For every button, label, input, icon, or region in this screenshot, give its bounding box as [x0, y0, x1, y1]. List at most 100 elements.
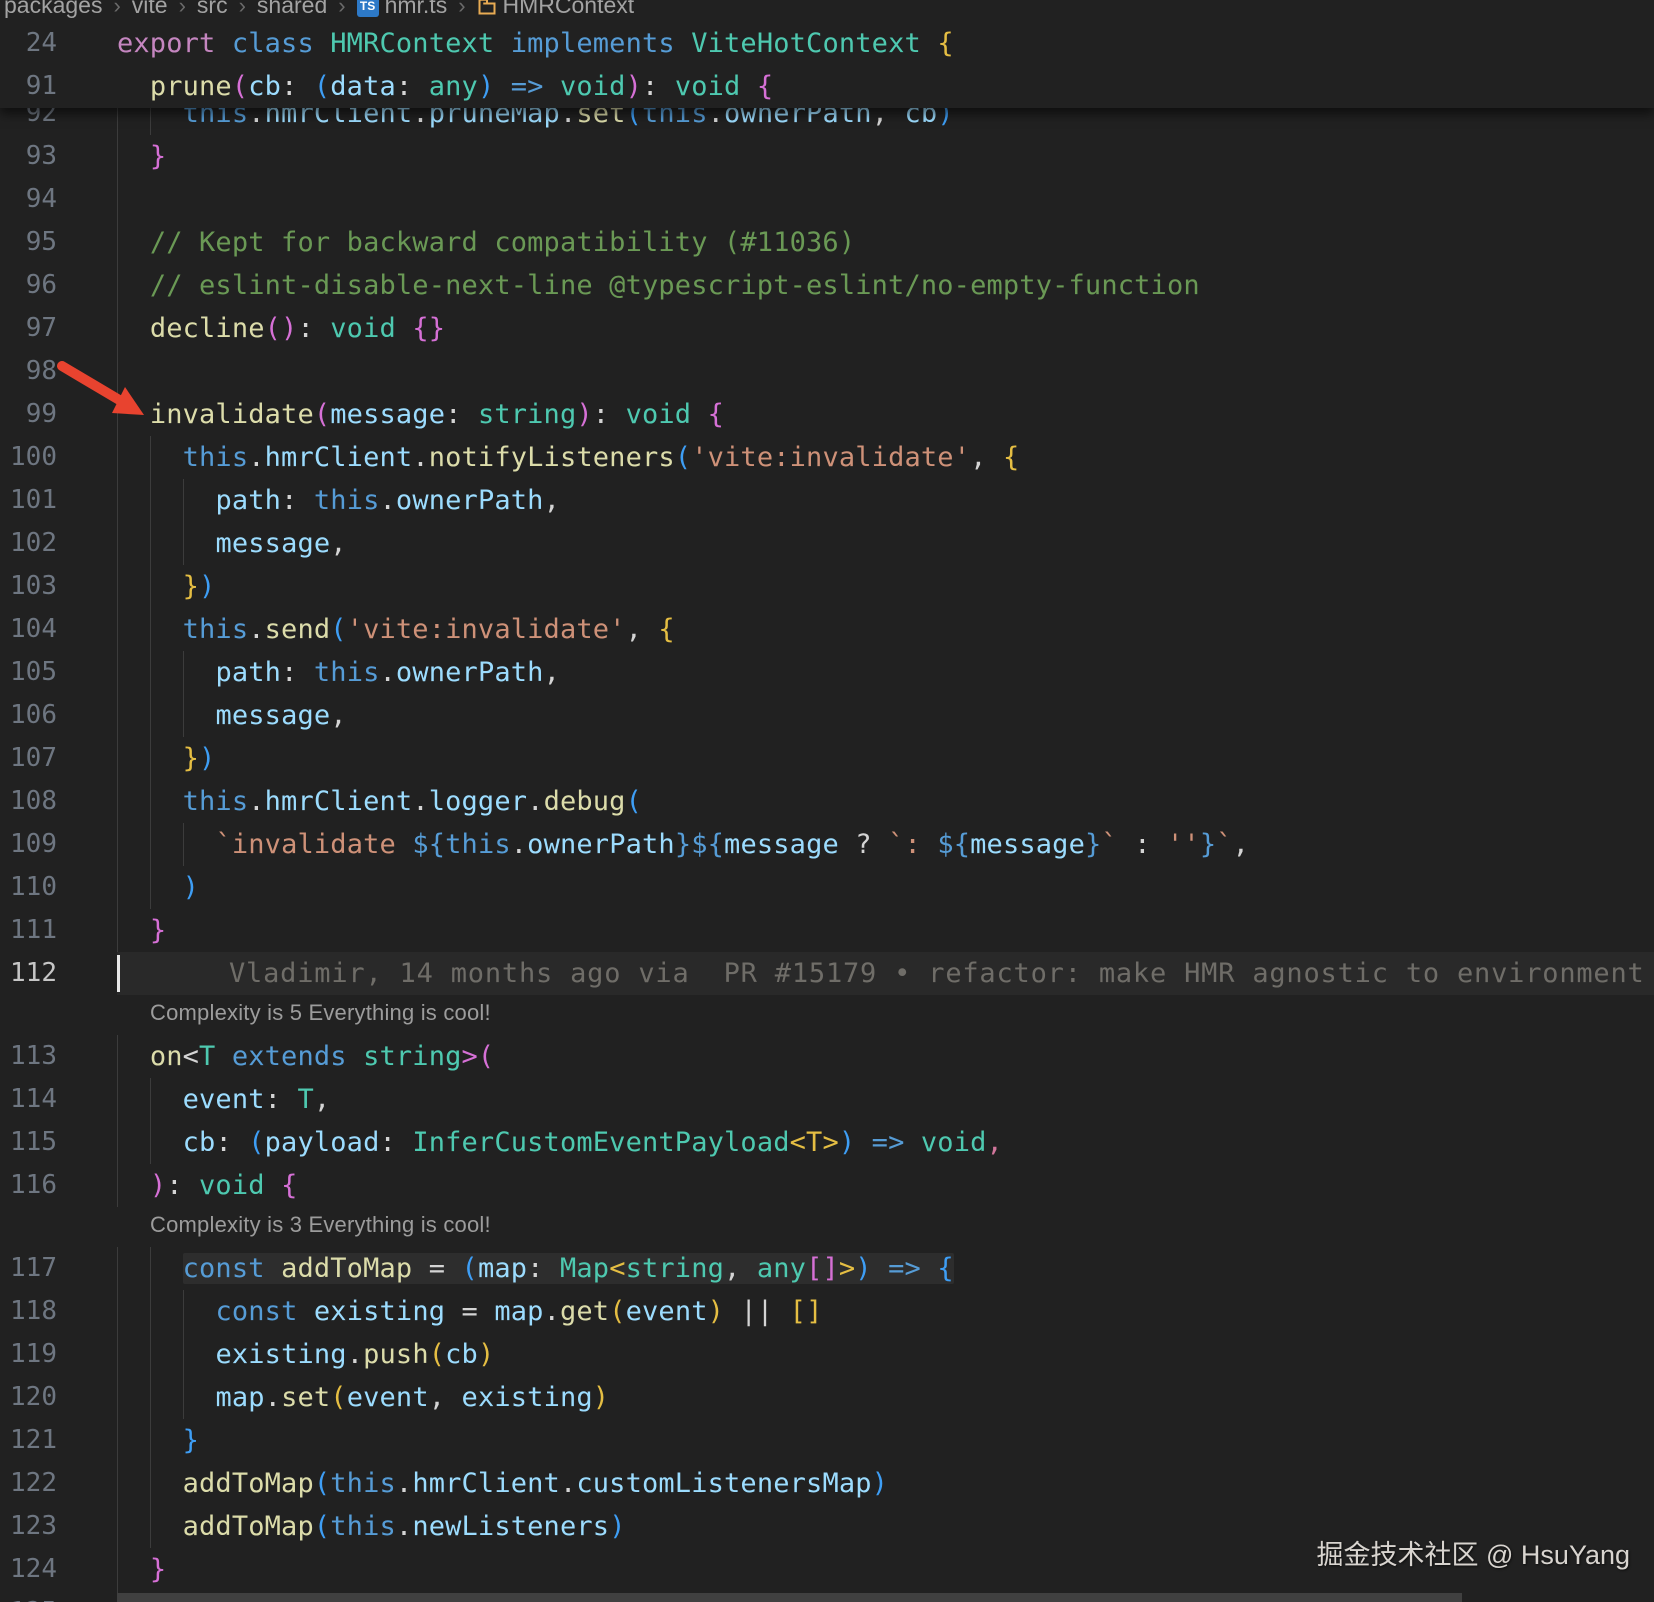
line-content[interactable] [117, 350, 1654, 393]
code-line-96[interactable]: 96 // eslint-disable-next-line @typescrip… [0, 264, 1654, 307]
line-content[interactable]: export class HMRContext implements ViteH… [117, 22, 1654, 65]
breadcrumb-item-shared[interactable]: shared [257, 0, 327, 19]
line-content[interactable]: path: this.ownerPath, [117, 651, 1654, 694]
codelens-text[interactable]: Complexity is 5 Everything is cool! [0, 995, 491, 1035]
code-line-106[interactable]: 106 message, [0, 694, 1654, 737]
line-content[interactable]: const existing = map.get(event) || [] [117, 1290, 1654, 1333]
code-line-105[interactable]: 105 path: this.ownerPath, [0, 651, 1654, 694]
line-content[interactable]: const addToMap = (map: Map<string, any[]… [117, 1247, 1654, 1290]
line-content[interactable]: invalidate(message: string): void { [117, 393, 1654, 436]
line-content[interactable]: }) [117, 737, 1654, 780]
line-content[interactable]: `invalidate ${this.ownerPath}${message ?… [117, 823, 1654, 866]
code-line-102[interactable]: 102 message, [0, 522, 1654, 565]
line-number-107[interactable]: 107 [0, 737, 117, 780]
code-line-109[interactable]: 109 `invalidate ${this.ownerPath}${messag… [0, 823, 1654, 866]
line-number-117[interactable]: 117 [0, 1247, 117, 1290]
code-line-119[interactable]: 119 existing.push(cb) [0, 1333, 1654, 1376]
line-content[interactable]: path: this.ownerPath, [117, 479, 1654, 522]
line-content[interactable]: }) [117, 565, 1654, 608]
line-number-110[interactable]: 110 [0, 866, 117, 909]
editor-content[interactable]: 92 this.hmrClient.pruneMap.set(this.owner… [0, 0, 1654, 1602]
code-line-94[interactable]: 94 [0, 178, 1654, 221]
line-content[interactable] [117, 178, 1654, 221]
sticky-line-24[interactable]: 24 export class HMRContext implements Vit… [0, 22, 1654, 65]
breadcrumb-item-hmrcontext[interactable]: HMRContext [477, 0, 634, 19]
line-content[interactable]: // Kept for backward compatibility (#110… [117, 221, 1654, 264]
code-line-115[interactable]: 115 cb: (payload: InferCustomEventPayload… [0, 1121, 1654, 1164]
line-content[interactable]: cb: (payload: InferCustomEventPayload<T>… [117, 1121, 1654, 1164]
code-line-100[interactable]: 100 this.hmrClient.notifyListeners('vite:… [0, 436, 1654, 479]
line-number-109[interactable]: 109 [0, 823, 117, 866]
line-number-124[interactable]: 124 [0, 1548, 117, 1591]
line-content[interactable]: decline(): void {} [117, 307, 1654, 350]
code-line-110[interactable]: 110) [0, 866, 1654, 909]
codelens-text[interactable]: Complexity is 3 Everything is cool! [0, 1207, 491, 1247]
code-line-93[interactable]: 93} [0, 135, 1654, 178]
code-line-97[interactable]: 97 decline(): void {} [0, 307, 1654, 350]
codelens[interactable]: Complexity is 3 Everything is cool! [0, 1207, 1654, 1247]
line-content[interactable]: this.hmrClient.notifyListeners('vite:inv… [117, 436, 1654, 479]
code-line-116[interactable]: 116): void { [0, 1164, 1654, 1207]
code-line-blame-112[interactable]: 112 Vladimir, 14 months ago via PR #15179… [0, 952, 1654, 995]
line-number-108[interactable]: 108 [0, 780, 117, 823]
code-line-120[interactable]: 120 map.set(event, existing) [0, 1376, 1654, 1419]
horizontal-scrollbar[interactable] [117, 1593, 1462, 1602]
line-content[interactable]: map.set(event, existing) [117, 1376, 1654, 1419]
line-number-115[interactable]: 115 [0, 1121, 117, 1164]
line-content[interactable]: message, [117, 694, 1654, 737]
line-number-116[interactable]: 116 [0, 1164, 117, 1207]
line-content[interactable]: } [117, 909, 1654, 952]
line-content[interactable]: ) [117, 866, 1654, 909]
line-number-122[interactable]: 122 [0, 1462, 117, 1505]
breadcrumb-item-hmr-ts[interactable]: TS hmr.ts [356, 0, 447, 19]
breadcrumb-item-src[interactable]: src [197, 0, 228, 19]
line-number-114[interactable]: 114 [0, 1078, 117, 1121]
line-number-98[interactable]: 98 [0, 350, 117, 393]
line-number-102[interactable]: 102 [0, 522, 117, 565]
code-line-108[interactable]: 108 this.hmrClient.logger.debug( [0, 780, 1654, 823]
line-content[interactable]: addToMap(this.hmrClient.customListenersM… [117, 1462, 1654, 1505]
line-number-113[interactable]: 113 [0, 1035, 117, 1078]
code-line-113[interactable]: 113 on<T extends string>( [0, 1035, 1654, 1078]
breadcrumb-item-vite[interactable]: vite [132, 0, 168, 19]
line-number-91[interactable]: 91 [0, 65, 117, 108]
line-number-24[interactable]: 24 [0, 22, 117, 65]
code-line-117[interactable]: 117 const addToMap = (map: Map<string, an… [0, 1247, 1654, 1290]
line-content[interactable]: this.hmrClient.logger.debug( [117, 780, 1654, 823]
line-number-95[interactable]: 95 [0, 221, 117, 264]
line-number-103[interactable]: 103 [0, 565, 117, 608]
code-line-118[interactable]: 118 const existing = map.get(event) || [] [0, 1290, 1654, 1333]
code-line-107[interactable]: 107}) [0, 737, 1654, 780]
code-line-111[interactable]: 111} [0, 909, 1654, 952]
line-number-100[interactable]: 100 [0, 436, 117, 479]
line-content[interactable]: existing.push(cb) [117, 1333, 1654, 1376]
line-content[interactable]: Vladimir, 14 months ago via PR #15179 • … [117, 952, 1654, 995]
line-content[interactable]: this.send('vite:invalidate', { [117, 608, 1654, 651]
code-line-114[interactable]: 114 event: T, [0, 1078, 1654, 1121]
code-line-98[interactable]: 98 [0, 350, 1654, 393]
line-number-119[interactable]: 119 [0, 1333, 117, 1376]
line-number-96[interactable]: 96 [0, 264, 117, 307]
line-content[interactable]: prune(cb: (data: any) => void): void { [117, 65, 1654, 108]
code-line-103[interactable]: 103}) [0, 565, 1654, 608]
line-content[interactable]: event: T, [117, 1078, 1654, 1121]
line-number-93[interactable]: 93 [0, 135, 117, 178]
code-line-99[interactable]: 99 invalidate(message: string): void { [0, 393, 1654, 436]
line-number-97[interactable]: 97 [0, 307, 117, 350]
code-line-104[interactable]: 104 this.send('vite:invalidate', { [0, 608, 1654, 651]
line-number-123[interactable]: 123 [0, 1505, 117, 1548]
line-content[interactable]: ): void { [117, 1164, 1654, 1207]
line-number-120[interactable]: 120 [0, 1376, 117, 1419]
code-line-122[interactable]: 122 addToMap(this.hmrClient.customListene… [0, 1462, 1654, 1505]
line-number-104[interactable]: 104 [0, 608, 117, 651]
line-number-94[interactable]: 94 [0, 178, 117, 221]
codelens[interactable]: Complexity is 5 Everything is cool! [0, 995, 1654, 1035]
line-number-105[interactable]: 105 [0, 651, 117, 694]
code-line-101[interactable]: 101 path: this.ownerPath, [0, 479, 1654, 522]
line-number-112[interactable]: 112 [0, 952, 117, 995]
line-content[interactable]: // eslint-disable-next-line @typescript-… [117, 264, 1654, 307]
line-content[interactable]: } [117, 135, 1654, 178]
line-number-121[interactable]: 121 [0, 1419, 117, 1462]
code-line-121[interactable]: 121} [0, 1419, 1654, 1462]
line-content[interactable]: on<T extends string>( [117, 1035, 1654, 1078]
